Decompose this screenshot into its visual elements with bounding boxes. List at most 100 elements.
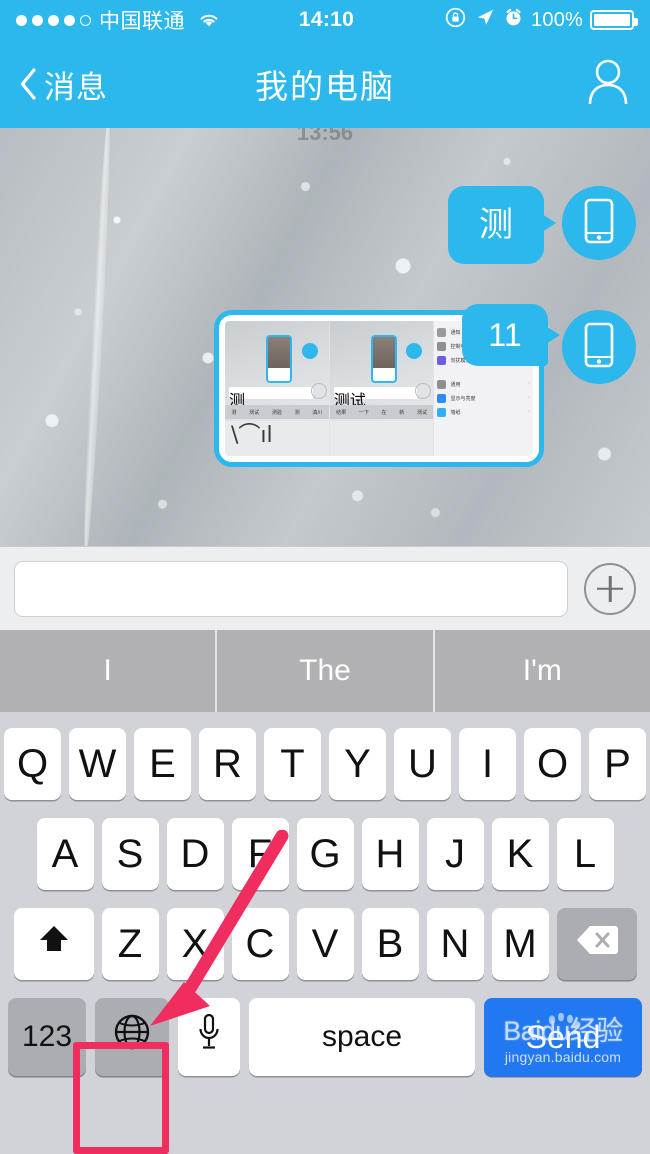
- key-s[interactable]: S: [101, 818, 159, 890]
- key-y[interactable]: Y: [329, 728, 386, 800]
- thumb-plus-icon: [310, 383, 327, 399]
- thumb-device-icon: [370, 335, 397, 383]
- thumb-plus-icon: [415, 383, 432, 399]
- chat-message-image[interactable]: 测 测 测试 测验 测 滇川 \⌒ıl 测试 结果 一下 在 新 测试 通知 控…: [214, 304, 636, 467]
- rotation-lock-icon: [444, 6, 467, 35]
- key-q[interactable]: Q: [4, 728, 61, 800]
- numbers-key[interactable]: 123: [8, 998, 86, 1076]
- key-a[interactable]: A: [36, 818, 94, 890]
- on-screen-keyboard: Q W E R T Y U I O P A S D F G H J K L Z …: [0, 712, 650, 1154]
- send-button-label: Send: [525, 1018, 601, 1055]
- key-e[interactable]: E: [134, 728, 191, 800]
- thumb-scribble: \⌒ıl: [231, 423, 273, 448]
- phone-screen: 中国联通 14:10 100% 消息 我的电脑 13:56 测 测 测 测试 测…: [0, 0, 650, 1154]
- key-i[interactable]: I: [459, 728, 516, 800]
- key-t[interactable]: T: [264, 728, 321, 800]
- key-g[interactable]: G: [296, 818, 354, 890]
- key-d[interactable]: D: [166, 818, 224, 890]
- keyboard-row-1: Q W E R T Y U I O P: [0, 728, 650, 800]
- suggestion-item-1[interactable]: The: [215, 630, 432, 712]
- avatar[interactable]: [562, 310, 636, 384]
- avatar[interactable]: [562, 186, 636, 260]
- person-profile-icon: [586, 59, 630, 110]
- message-bubble[interactable]: 测: [448, 186, 556, 264]
- thumb-row-icon: [437, 407, 447, 417]
- microphone-key[interactable]: [178, 998, 240, 1076]
- back-button[interactable]: 消息: [0, 62, 108, 107]
- chevron-right-icon: ›: [527, 395, 530, 401]
- thumb-keyboard: [329, 421, 434, 456]
- key-j[interactable]: J: [426, 818, 484, 890]
- chat-timestamp: 13:56: [296, 128, 354, 145]
- thumb-sugg-word: 测验: [271, 409, 282, 416]
- key-u[interactable]: U: [394, 728, 451, 800]
- key-p[interactable]: P: [589, 728, 646, 800]
- thumb-suggestion-bar: 测 测试 测验 测 滇川: [225, 405, 329, 419]
- image-message-card[interactable]: 测 测 测试 测验 测 滇川 \⌒ıl 测试 结果 一下 在 新 测试 通知 控…: [214, 304, 560, 467]
- thumb-input-field: 测: [229, 387, 313, 410]
- battery-percent-label: 100%: [531, 8, 583, 31]
- key-m[interactable]: M: [491, 908, 549, 980]
- thumb-sugg-word: 结果: [336, 409, 347, 416]
- suggestion-item-0[interactable]: I: [0, 630, 215, 712]
- thumb-suggestion-bar: 结果 一下 在 新 测试: [329, 405, 434, 419]
- device-phone-icon: [584, 198, 614, 249]
- key-f[interactable]: F: [231, 818, 289, 890]
- keyboard-row-3: Z X C V B N M: [0, 908, 650, 980]
- thumb-sugg-word: 测: [294, 409, 300, 416]
- thumb-row-icon: [437, 327, 447, 337]
- key-c[interactable]: C: [231, 908, 289, 980]
- globe-language-key[interactable]: [95, 998, 169, 1076]
- shift-key[interactable]: [13, 908, 94, 980]
- thumb-input-field: 测试: [333, 387, 418, 410]
- thumb-sugg-word: 测: [231, 409, 237, 416]
- message-input[interactable]: [14, 560, 568, 617]
- device-phone-icon: [584, 322, 614, 373]
- profile-button[interactable]: [586, 58, 650, 111]
- chat-message-list[interactable]: 13:56 测 测 测 测试 测验 测 滇川 \⌒ıl 测试 结果 一下 在 新…: [0, 128, 650, 546]
- thumb-device-icon: [265, 335, 292, 383]
- thumb-badge: [406, 343, 423, 359]
- key-o[interactable]: O: [524, 728, 581, 800]
- thumb-row-label: 显示与亮度: [450, 395, 476, 402]
- signal-dot-empty: [80, 14, 91, 26]
- thumb-settings-row: 通用 ›: [437, 377, 530, 391]
- send-button[interactable]: Send Baidu经验 jingyan.baidu.com: [484, 998, 642, 1076]
- image-message-badge: 11: [462, 304, 560, 366]
- chevron-right-icon: ›: [527, 381, 530, 387]
- thumb-sugg-word: 测试: [249, 409, 260, 416]
- thumb-sugg-word: 测试: [417, 409, 428, 416]
- nav-bar: 消息 我的电脑: [0, 40, 650, 128]
- thumb-settings-row: 显示与亮度 ›: [437, 391, 530, 405]
- thumb-sugg-word: 新: [399, 409, 405, 416]
- thumb-settings-spacer: [437, 367, 530, 377]
- suggestion-item-2[interactable]: I'm: [432, 630, 650, 712]
- key-w[interactable]: W: [69, 728, 126, 800]
- thumb-sugg-word: 滇川: [312, 409, 323, 416]
- key-x[interactable]: X: [166, 908, 224, 980]
- key-n[interactable]: N: [426, 908, 484, 980]
- thumb-badge: [301, 343, 318, 359]
- predictive-suggestion-bar: I The I'm: [0, 630, 650, 712]
- key-b[interactable]: B: [361, 908, 419, 980]
- thumb-sugg-word: 在: [381, 409, 387, 416]
- key-k[interactable]: K: [491, 818, 549, 890]
- plus-circle-icon[interactable]: [584, 562, 636, 615]
- space-key[interactable]: space: [249, 998, 475, 1076]
- status-bar-right: 100%: [444, 6, 638, 35]
- thumb-settings-row: 墙纸 ›: [437, 405, 530, 419]
- status-bar-time: 14:10: [298, 8, 355, 31]
- key-v[interactable]: V: [296, 908, 354, 980]
- signal-dot: [48, 14, 59, 26]
- backspace-key[interactable]: [556, 908, 637, 980]
- back-button-label: 消息: [44, 69, 108, 105]
- chat-message-text[interactable]: 测: [448, 186, 636, 264]
- key-z[interactable]: Z: [101, 908, 159, 980]
- key-h[interactable]: H: [361, 818, 419, 890]
- microphone-icon: [196, 1012, 222, 1062]
- key-l[interactable]: L: [556, 818, 614, 890]
- thumb-row-label: 通知: [450, 329, 461, 336]
- signal-dot: [16, 14, 27, 26]
- key-r[interactable]: R: [199, 728, 256, 800]
- keyboard-row-4: 123 space Send Baidu经验 jingyan.baidu.com: [0, 998, 650, 1076]
